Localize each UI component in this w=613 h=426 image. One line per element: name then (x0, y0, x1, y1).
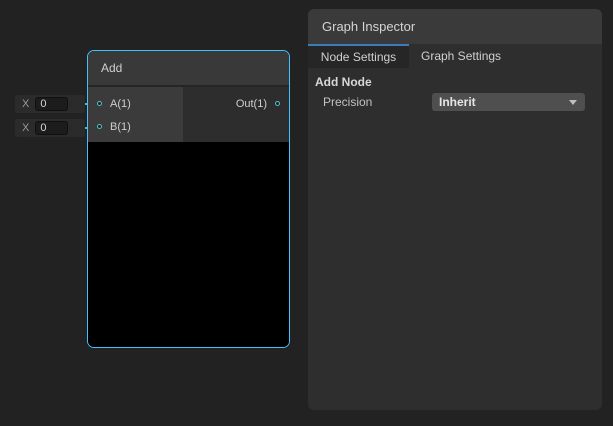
node-title-bar[interactable]: Add (88, 51, 289, 87)
input-port-label: A(1) (110, 98, 131, 110)
tab-node-settings[interactable]: Node Settings (308, 44, 409, 68)
node-preview-area (88, 142, 289, 347)
input-port-b[interactable] (97, 124, 102, 129)
input-port-row-b: B(1) (88, 115, 183, 138)
vector-component-label: X (22, 122, 29, 134)
shader-graph-canvas[interactable]: X 0 X 0 Add A(1) B(1) Out(1) (0, 0, 613, 426)
output-port-out[interactable] (275, 101, 280, 106)
chevron-down-icon (569, 100, 577, 105)
value-input-b[interactable]: 0 (35, 121, 68, 135)
graph-inspector-panel: Graph Inspector Node Settings Graph Sett… (308, 9, 602, 410)
node-title: Add (101, 61, 122, 75)
inspector-title: Graph Inspector (322, 19, 415, 34)
input-port-row-a: A(1) (88, 92, 183, 115)
precision-dropdown-value: Inherit (439, 95, 476, 109)
precision-dropdown[interactable]: Inherit (432, 93, 585, 111)
port-default-widget-b: X 0 (15, 119, 85, 137)
vector-component-label: X (22, 98, 29, 110)
output-port-label: Out(1) (236, 98, 267, 110)
input-port-a[interactable] (97, 101, 102, 106)
inspector-title-bar: Graph Inspector (308, 9, 602, 44)
tab-label: Graph Settings (421, 49, 501, 63)
node-output-section: Out(1) (183, 87, 289, 142)
output-port-row: Out(1) (183, 92, 289, 115)
value-input-a[interactable]: 0 (35, 97, 68, 111)
node-port-area: A(1) B(1) Out(1) (88, 87, 289, 142)
precision-field-row: Precision Inherit (308, 92, 602, 112)
node-input-section: A(1) B(1) (88, 87, 183, 142)
inspector-tab-bar: Node Settings Graph Settings (308, 44, 602, 68)
precision-label: Precision (308, 95, 432, 109)
input-port-label: B(1) (110, 121, 131, 133)
port-default-widget-a: X 0 (15, 95, 85, 113)
tab-graph-settings[interactable]: Graph Settings (409, 44, 513, 68)
tab-label: Node Settings (321, 50, 396, 64)
inspector-content: Add Node Precision Inherit (308, 68, 602, 112)
add-node[interactable]: Add A(1) B(1) Out(1) (87, 50, 290, 348)
node-settings-section-title: Add Node (308, 73, 602, 91)
